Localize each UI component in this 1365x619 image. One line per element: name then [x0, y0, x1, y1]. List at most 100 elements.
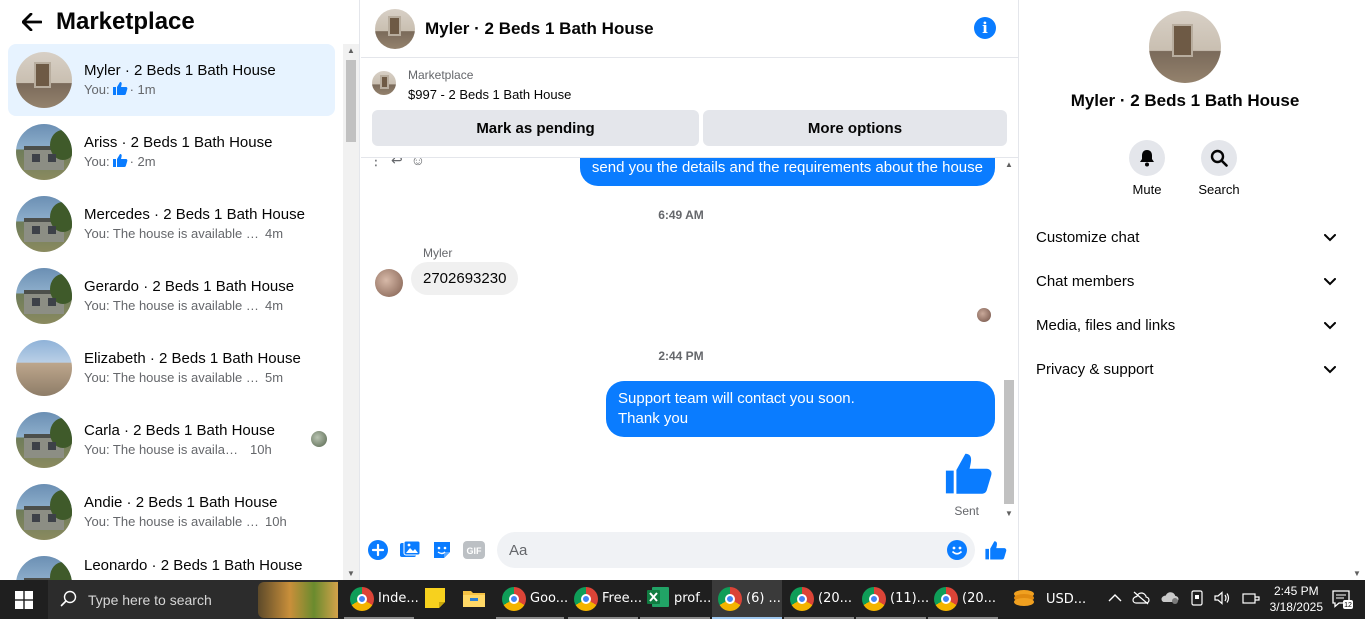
mark-as-pending-button[interactable]: Mark as pending: [372, 110, 699, 146]
sticker-icon[interactable]: [431, 539, 453, 561]
conversation-item[interactable]: Myler · 2 Beds 1 Bath House You: · 1m: [8, 44, 335, 116]
photo-icon[interactable]: [399, 539, 421, 561]
mute-button[interactable]: Mute: [1117, 140, 1177, 197]
scroll-up-icon[interactable]: ▲: [347, 46, 355, 55]
chat-scrollbar[interactable]: ▲ ▼: [1001, 158, 1017, 520]
message-snippet: You: The house is available for ren...: [84, 298, 259, 313]
chat-title[interactable]: Myler · 2 Beds 1 Bath House: [425, 19, 654, 39]
taskbar-app-excel[interactable]: prof...: [640, 580, 711, 619]
chrome-icon: [934, 586, 958, 611]
like-send-icon[interactable]: [985, 539, 1007, 561]
message-input[interactable]: [497, 532, 975, 568]
device-icon[interactable]: [1190, 589, 1204, 610]
windows-start-icon[interactable]: [0, 580, 48, 619]
listing-price-title[interactable]: $997 - 2 Beds 1 Bath House: [408, 87, 571, 102]
taskbar-app-chrome[interactable]: (20...: [928, 580, 998, 619]
conversation-item[interactable]: Elizabeth · 2 Beds 1 Bath House You: The…: [8, 332, 335, 404]
info-scrollbar[interactable]: ▼: [1349, 0, 1365, 580]
taskbar-app-sticky-notes[interactable]: [418, 580, 452, 619]
volume-icon[interactable]: [1214, 590, 1232, 609]
taskbar-app-chrome[interactable]: Goo...: [496, 580, 568, 619]
search-conversation-button[interactable]: Search: [1189, 140, 1249, 197]
taskbar-app-chrome[interactable]: Free...: [568, 580, 642, 619]
info-avatar[interactable]: [1149, 11, 1221, 83]
taskbar-app-chrome-active[interactable]: (6) ...: [712, 580, 782, 619]
scroll-down-icon[interactable]: ▼: [1005, 509, 1013, 518]
conversation-item[interactable]: Mercedes · 2 Beds 1 Bath House You: The …: [8, 188, 335, 260]
conversation-sidebar: Marketplace Myler · 2 Beds 1 Bath House …: [0, 0, 360, 580]
taskbar-app-chrome[interactable]: Inde...: [344, 580, 419, 619]
media-files-links-section[interactable]: Media, files and links: [1036, 305, 1336, 345]
message-prefix: You:: [84, 154, 110, 169]
sender-avatar[interactable]: [375, 269, 403, 297]
currency-widget[interactable]: USD...: [1012, 580, 1086, 619]
onedrive-icon[interactable]: [1160, 591, 1180, 609]
chevron-down-icon: [1324, 317, 1336, 334]
chrome-icon: [574, 586, 598, 611]
chat-panel: Myler · 2 Beds 1 Bath House i Marketplac…: [361, 0, 1019, 580]
outgoing-message[interactable]: Support team will contact you soon. Than…: [606, 381, 995, 437]
emoji-icon[interactable]: [946, 539, 968, 561]
taskbar-app-label: (20...: [962, 591, 997, 606]
section-label: Media, files and links: [1036, 316, 1176, 334]
scroll-down-icon[interactable]: ▼: [347, 569, 355, 578]
taskbar-app-label: (6) ...: [746, 591, 781, 606]
plus-icon[interactable]: [367, 539, 389, 561]
back-arrow-icon[interactable]: [20, 10, 44, 34]
taskbar-clock[interactable]: 2:45 PM 3/18/2025: [1270, 583, 1323, 615]
conversation-item[interactable]: Leonardo · 2 Beds 1 Bath House: [8, 548, 335, 580]
message-thread: ⋮ ↩ ☺ send you the details and the requi…: [361, 158, 1001, 520]
scrollbar-thumb[interactable]: [1004, 380, 1014, 504]
taskbar-app-chrome[interactable]: (11)...: [856, 580, 929, 619]
search-icon: [60, 589, 78, 611]
search-icon: [1201, 140, 1237, 176]
sent-like-icon[interactable]: [945, 448, 993, 503]
svg-text:GIF: GIF: [467, 546, 483, 556]
customize-chat-section[interactable]: Customize chat: [1036, 217, 1336, 257]
taskbar-search-box[interactable]: Type here to search: [48, 580, 338, 619]
sender-name: Myler: [423, 246, 453, 260]
chat-info-panel: Myler · 2 Beds 1 Bath House Mute Search …: [1020, 0, 1365, 580]
listing-thumbnail[interactable]: [372, 71, 396, 95]
listing-thumbnail: [16, 124, 72, 180]
incoming-message[interactable]: 2702693230: [411, 262, 519, 295]
info-icon[interactable]: i: [974, 17, 996, 39]
taskbar-app-file-explorer[interactable]: [456, 580, 490, 619]
sidebar-header: Marketplace: [0, 0, 359, 44]
message-actions: ⋮ ↩ ☺: [369, 158, 425, 169]
conversation-item[interactable]: Andie · 2 Beds 1 Bath House You: The hou…: [8, 476, 335, 548]
react-icon[interactable]: ☺: [411, 158, 425, 169]
listing-thumbnail: [16, 52, 72, 108]
listing-banner: Marketplace $997 - 2 Beds 1 Bath House M…: [361, 62, 1018, 158]
conversation-list: Myler · 2 Beds 1 Bath House You: · 1m Ar…: [0, 44, 343, 580]
conversation-item[interactable]: Carla · 2 Beds 1 Bath House You: The hou…: [8, 404, 335, 476]
message-snippet: You: The house is available for ren...: [84, 370, 259, 385]
conversation-item[interactable]: Gerardo · 2 Beds 1 Bath House You: The h…: [8, 260, 335, 332]
chevron-up-icon[interactable]: [1108, 592, 1122, 607]
taskbar-app-chrome[interactable]: (20...: [784, 580, 854, 619]
sidebar-scrollbar[interactable]: ▲ ▼: [343, 44, 359, 580]
message-line: Support team will contact you soon.: [618, 390, 855, 407]
outgoing-message[interactable]: send you the details and the requirement…: [579, 158, 995, 186]
conversation-item[interactable]: Ariss · 2 Beds 1 Bath House You: · 2m: [8, 116, 335, 188]
more-icon[interactable]: ⋮: [369, 158, 383, 169]
cloud-off-icon[interactable]: [1132, 591, 1150, 609]
scroll-up-icon[interactable]: ▲: [1005, 160, 1013, 169]
chat-members-section[interactable]: Chat members: [1036, 261, 1336, 301]
privacy-support-section[interactable]: Privacy & support: [1036, 349, 1336, 389]
scroll-down-icon[interactable]: ▼: [1353, 569, 1361, 578]
conversation-name: Carla · 2 Beds 1 Bath House: [84, 422, 275, 439]
gif-icon[interactable]: GIF: [463, 539, 485, 561]
more-options-button[interactable]: More options: [703, 110, 1007, 146]
chat-avatar[interactable]: [375, 8, 415, 49]
search-placeholder: Type here to search: [88, 591, 212, 608]
message-composer: GIF: [361, 530, 1018, 570]
message-snippet: You: The house is available for ...: [84, 442, 244, 457]
message-time: 4m: [265, 226, 284, 241]
notification-center-icon[interactable]: 12: [1331, 588, 1353, 610]
conversation-name: Ariss · 2 Beds 1 Bath House: [84, 133, 273, 151]
reply-icon[interactable]: ↩: [391, 158, 403, 169]
network-icon[interactable]: [1242, 591, 1260, 609]
scrollbar-thumb[interactable]: [346, 60, 356, 142]
notification-count: 12: [1344, 602, 1352, 609]
